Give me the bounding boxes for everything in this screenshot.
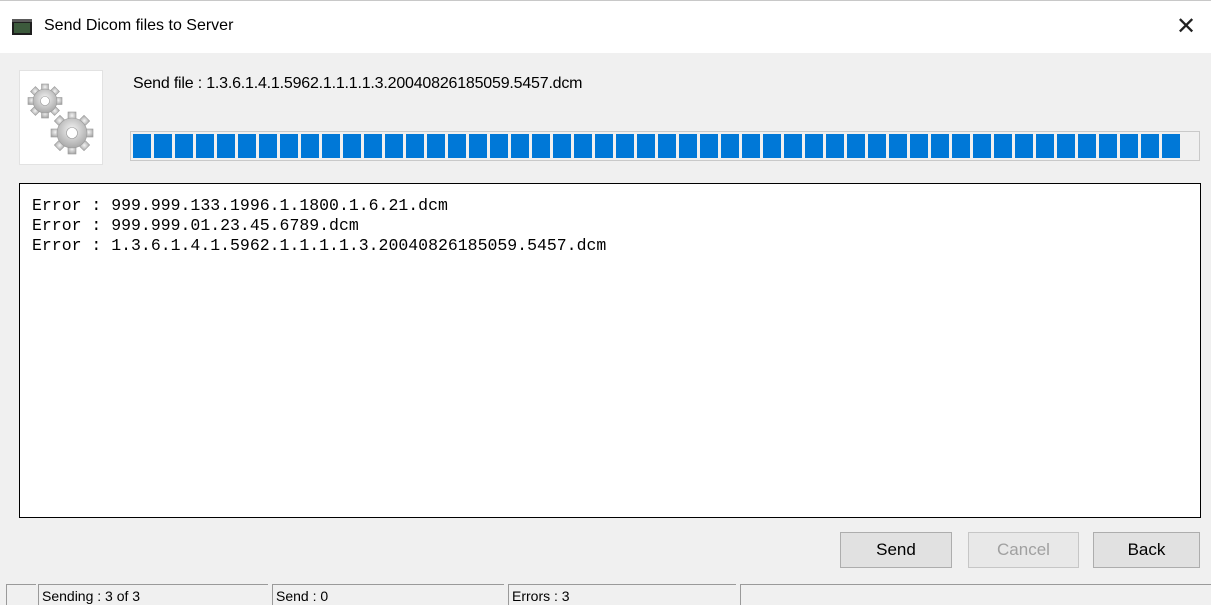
window-title: Send Dicom files to Server xyxy=(44,17,234,34)
progress-segment xyxy=(868,134,886,158)
progress-segment xyxy=(343,134,361,158)
status-panel-blank xyxy=(6,584,36,605)
progress-segment xyxy=(721,134,739,158)
progress-segment xyxy=(763,134,781,158)
progress-segment xyxy=(385,134,403,158)
progress-segment xyxy=(511,134,529,158)
progress-segment xyxy=(196,134,214,158)
progress-segment xyxy=(847,134,865,158)
progress-segment xyxy=(931,134,949,158)
progress-segment xyxy=(1141,134,1159,158)
progress-segment xyxy=(1078,134,1096,158)
progress-segment xyxy=(553,134,571,158)
progress-segment xyxy=(595,134,613,158)
progress-segment xyxy=(889,134,907,158)
progress-segment xyxy=(175,134,193,158)
status-sending: Sending : 3 of 3 xyxy=(38,584,268,605)
log-line: Error : 999.999.01.23.45.6789.dcm xyxy=(32,216,359,235)
progress-segment xyxy=(322,134,340,158)
progress-segment xyxy=(280,134,298,158)
status-panel-extra xyxy=(740,584,1211,605)
progress-segment xyxy=(448,134,466,158)
progress-bar xyxy=(130,131,1200,161)
progress-segment xyxy=(1057,134,1075,158)
close-button[interactable]: ✕ xyxy=(1166,9,1206,45)
progress-segment xyxy=(679,134,697,158)
error-log[interactable]: Error : 999.999.133.1996.1.1800.1.6.21.d… xyxy=(19,183,1201,518)
progress-segment xyxy=(364,134,382,158)
progress-segment xyxy=(217,134,235,158)
progress-segment xyxy=(1036,134,1054,158)
progress-segment xyxy=(826,134,844,158)
gears-icon xyxy=(19,70,103,165)
progress-segment xyxy=(805,134,823,158)
log-line: Error : 1.3.6.1.4.1.5962.1.1.1.1.3.20040… xyxy=(32,236,607,255)
progress-segment xyxy=(616,134,634,158)
progress-segment xyxy=(784,134,802,158)
progress-segment xyxy=(1120,134,1138,158)
progress-segment xyxy=(973,134,991,158)
status-errors: Errors : 3 xyxy=(508,584,736,605)
progress-segment xyxy=(154,134,172,158)
app-window-icon xyxy=(12,19,32,35)
progress-segment xyxy=(574,134,592,158)
progress-segment xyxy=(994,134,1012,158)
progress-segment xyxy=(658,134,676,158)
progress-fill xyxy=(133,134,1180,158)
progress-segment xyxy=(133,134,151,158)
progress-segment xyxy=(469,134,487,158)
status-send-count: Send : 0 xyxy=(272,584,504,605)
progress-segment xyxy=(490,134,508,158)
progress-segment xyxy=(238,134,256,158)
log-line: Error : 999.999.133.1996.1.1800.1.6.21.d… xyxy=(32,196,448,215)
progress-segment xyxy=(910,134,928,158)
progress-segment xyxy=(532,134,550,158)
progress-segment xyxy=(742,134,760,158)
progress-segment xyxy=(700,134,718,158)
title-bar: Send Dicom files to Server ✕ xyxy=(0,0,1211,53)
progress-segment xyxy=(259,134,277,158)
progress-segment xyxy=(301,134,319,158)
progress-segment xyxy=(427,134,445,158)
progress-segment xyxy=(1162,134,1180,158)
progress-segment xyxy=(637,134,655,158)
progress-segment xyxy=(1015,134,1033,158)
progress-segment xyxy=(952,134,970,158)
back-button[interactable]: Back xyxy=(1093,532,1200,568)
send-button[interactable]: Send xyxy=(840,532,952,568)
status-bar: Sending : 3 of 3 Send : 0 Errors : 3 xyxy=(0,583,1211,605)
cancel-button[interactable]: Cancel xyxy=(968,532,1079,568)
progress-segment xyxy=(1099,134,1117,158)
progress-segment xyxy=(406,134,424,158)
send-file-label: Send file : 1.3.6.1.4.1.5962.1.1.1.1.3.2… xyxy=(133,75,583,92)
